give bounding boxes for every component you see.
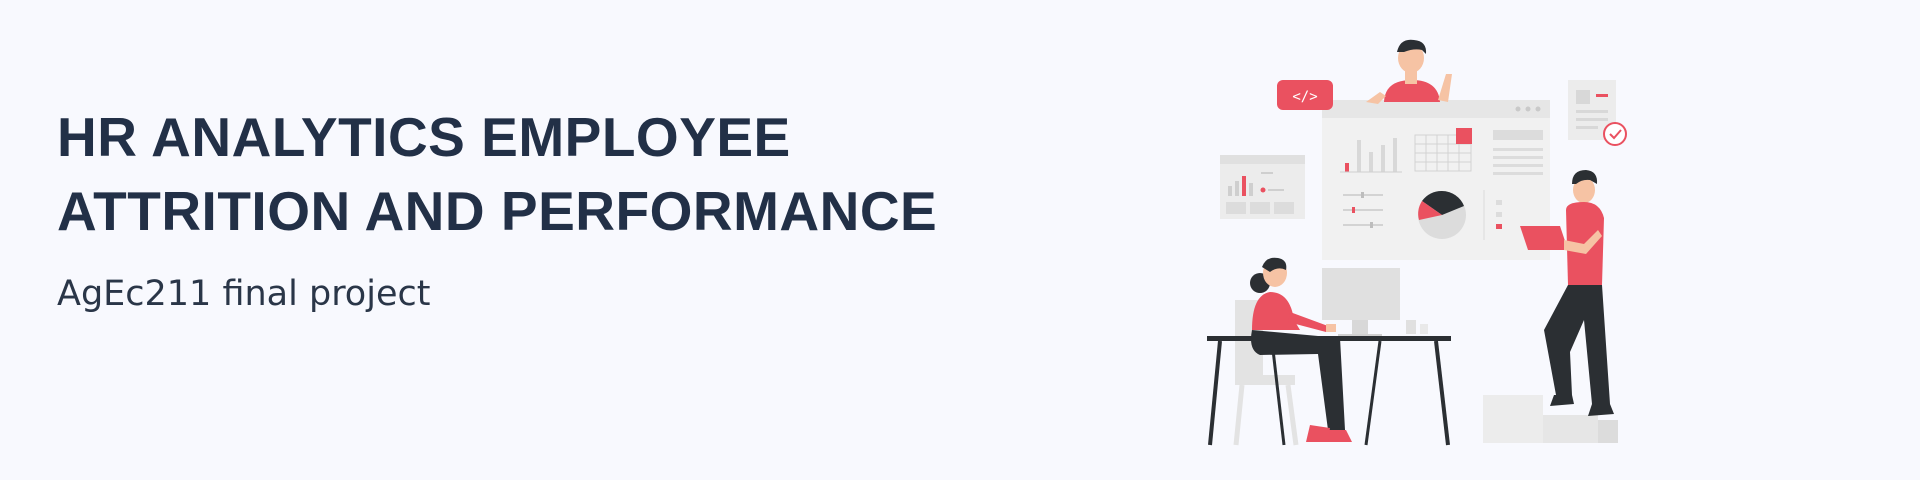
title-line-2: ATTRITION AND PERFORMANCE [57,180,938,242]
code-tag-icon: </> [1277,80,1333,110]
desk-mug [1406,320,1416,334]
hero-text: HR ANALYTICS EMPLOYEE ATTRITION AND PERF… [57,100,957,316]
desk-cup [1420,324,1428,334]
hero-banner: HR ANALYTICS EMPLOYEE ATTRITION AND PERF… [0,0,1920,480]
analytics-team-illustration: </> [1207,39,1627,446]
chart-card-icon [1220,155,1305,219]
dashboard-board [1322,100,1550,260]
man-waving-figure [1366,39,1452,104]
mini-pie-chart [1418,190,1466,239]
document-check-icon [1568,80,1627,146]
page-subtitle: AgEc211 final project [57,274,431,314]
title-line-1: HR ANALYTICS EMPLOYEE [57,106,791,168]
page-title: HR ANALYTICS EMPLOYEE ATTRITION AND PERF… [57,100,957,248]
svg-text:</>: </> [1292,89,1317,105]
